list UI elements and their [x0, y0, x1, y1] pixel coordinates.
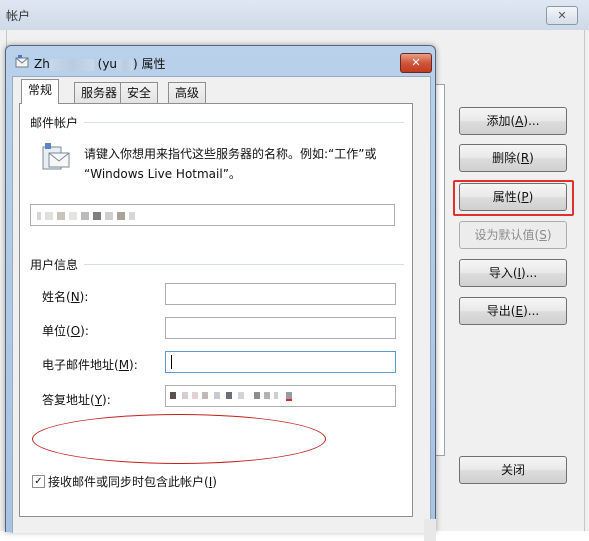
text-caret: [171, 355, 172, 369]
instruction-line-2: “Windows Live Hotmail”。: [84, 167, 241, 181]
scroll-stub: [424, 519, 436, 541]
title-suffix: ) 属性: [133, 57, 166, 71]
divider: [30, 122, 404, 123]
title-prefix: Zh: [34, 57, 50, 71]
name-label: 姓名(N):: [42, 290, 89, 304]
tab-security[interactable]: 安全: [120, 82, 159, 103]
account-icon: [42, 143, 70, 170]
export-button[interactable]: 导出(E)...: [459, 297, 567, 325]
redacted-reply-address: [170, 392, 292, 401]
instruction-text: 请键入你想用来指代这些服务器的名称。例如:“工作”或 “Windows Live…: [84, 144, 404, 184]
tab-advanced[interactable]: 高级: [168, 82, 207, 103]
instruction-line-1: 请键入你想用来指代这些服务器的名称。例如:“工作”或: [84, 147, 377, 161]
name-input[interactable]: [165, 283, 396, 305]
account-name-input[interactable]: [30, 204, 395, 226]
mail-account-group-label: 邮件帐户: [30, 114, 85, 131]
reply-address-input[interactable]: [165, 385, 396, 407]
properties-dialog: Zh (yu ) 属性 ✕ 常规 服务器 安全 高级 邮件帐户 请键入你想用来指代…: [5, 45, 436, 541]
receive-checkbox[interactable]: ✓: [32, 475, 45, 488]
set-default-button[interactable]: 设为默认值(S): [459, 221, 567, 249]
close-icon[interactable]: ✕: [400, 53, 432, 73]
add-button[interactable]: 添加(A)...: [459, 107, 567, 135]
import-button[interactable]: 导入(I)...: [459, 259, 567, 287]
user-info-group-label: 用户信息: [30, 256, 85, 273]
properties-button[interactable]: 属性(P): [459, 183, 567, 211]
reply-label: 答复地址(Y):: [42, 393, 111, 407]
accounts-title: 帐户: [6, 9, 31, 23]
close-button[interactable]: 关闭: [459, 456, 567, 484]
title-middle: (yu: [93, 57, 118, 71]
accounts-close-button[interactable]: ✕: [546, 6, 578, 25]
reply-address-highlight-ellipse: [32, 414, 326, 464]
properties-client-area: 常规 服务器 安全 高级 邮件帐户 请键入你想用来指代这些服务器的名称。例如:“…: [12, 76, 436, 541]
organization-input[interactable]: [165, 317, 396, 339]
redacted-id: [117, 58, 134, 71]
email-label: 电子邮件地址(M):: [42, 358, 138, 372]
general-tab-panel: 邮件帐户 请键入你想用来指代这些服务器的名称。例如:“工作”或 “Windows…: [19, 103, 436, 541]
tab-servers[interactable]: 服务器: [74, 82, 125, 103]
remove-button[interactable]: 删除(R): [459, 144, 567, 172]
redacted-name: [49, 58, 94, 71]
redacted-account-name: [37, 212, 135, 220]
receive-checkbox-label: 接收邮件或同步时包含此帐户(I): [48, 475, 217, 489]
accounts-titlebar: 帐户 ✕: [0, 0, 589, 30]
email-input[interactable]: [165, 351, 396, 373]
window-icon: [15, 55, 29, 68]
organization-label: 单位(O):: [42, 324, 89, 338]
tab-general[interactable]: 常规: [21, 79, 60, 104]
properties-dialog-title: Zh (yu ) 属性: [34, 55, 166, 72]
divider: [30, 264, 404, 265]
